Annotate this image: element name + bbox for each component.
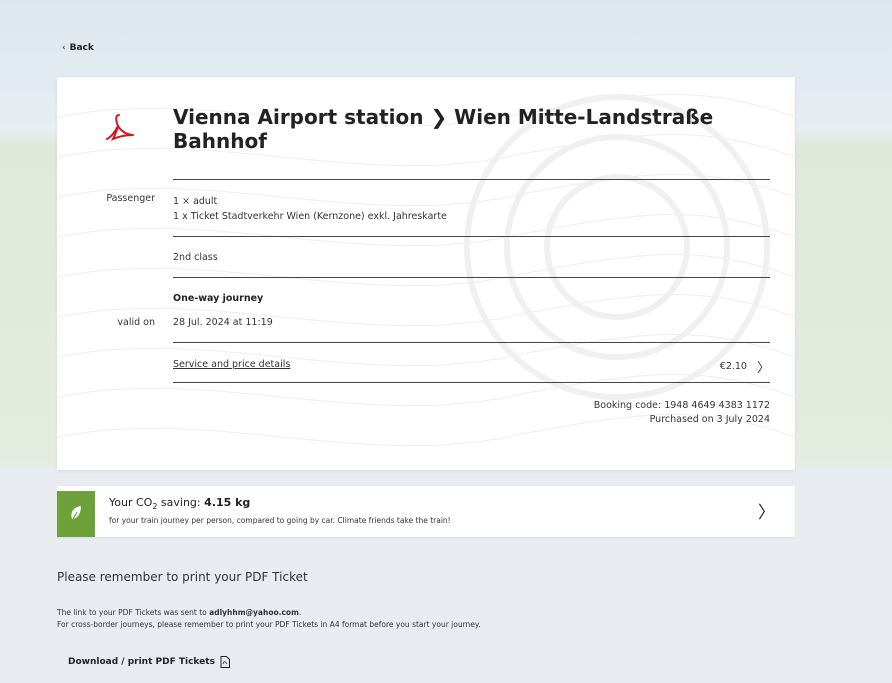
travel-class: 2nd class [173, 252, 218, 263]
pdf-file-icon [220, 656, 230, 668]
journey-type: One-way journey [173, 293, 264, 304]
email-sent-line: The link to your PDF Tickets was sent to… [57, 607, 481, 619]
email-address: adlyhhm@yahoo.com [209, 608, 299, 617]
co2-prefix: Your CO [109, 496, 153, 509]
divider [173, 382, 770, 383]
co2-saving-banner[interactable]: Your CO2 saving: 4.15 kg for your train … [57, 486, 795, 537]
download-label: Download / print PDF Tickets [68, 657, 215, 667]
price-details-button[interactable]: €2.10 〉 [720, 357, 770, 376]
ticket-type: 1 x Ticket Stadtverkehr Wien (Kernzone) … [173, 211, 447, 222]
journey-title: Vienna Airport station ❯ Wien Mitte-Land… [173, 105, 714, 153]
email-sent-prefix: The link to your PDF Tickets was sent to [57, 608, 210, 617]
co2-note: for your train journey per person, compa… [109, 516, 451, 525]
divider [173, 179, 770, 180]
print-info: The link to your PDF Tickets was sent to… [57, 607, 481, 631]
leaf-icon-badge [57, 491, 95, 537]
co2-amount: 4.15 kg [204, 496, 251, 509]
valid-on-label: valid on [117, 317, 155, 328]
chevron-right-icon[interactable]: 〉 [758, 498, 775, 523]
ticket-card: Vienna Airport station ❯ Wien Mitte-Land… [57, 77, 795, 470]
service-price-details-link[interactable]: Service and price details [173, 359, 290, 370]
divider [173, 342, 770, 343]
back-label: Back [69, 43, 94, 53]
co2-heading: Your CO2 saving: 4.15 kg [109, 496, 250, 511]
chevron-left-icon: ‹ [62, 43, 66, 53]
divider [173, 236, 770, 237]
passenger-count: 1 × adult [173, 196, 218, 207]
valid-on-date: 28 Jul. 2024 at 11:19 [173, 317, 273, 328]
chevron-right-icon: 〉 [756, 361, 770, 376]
leaf-icon [71, 506, 81, 522]
divider [173, 277, 770, 278]
cross-border-note: For cross-border journeys, please rememb… [57, 620, 481, 629]
booking-code: Booking code: 1948 4649 4383 1172 [593, 400, 770, 411]
acrobat-pdf-icon [106, 114, 134, 141]
booking-info: Booking code: 1948 4649 4383 1172 Purcha… [594, 399, 770, 427]
print-reminder-heading: Please remember to print your PDF Ticket [57, 570, 308, 584]
ticket-price: €2.10 [719, 361, 747, 372]
passenger-label: Passenger [106, 193, 155, 204]
co2-middle: saving: [157, 496, 205, 509]
email-sent-suffix: . [298, 608, 302, 617]
purchase-date: Purchased on 3 July 2024 [649, 414, 770, 425]
back-link[interactable]: ‹ Back [62, 43, 94, 53]
download-pdf-button[interactable]: Download / print PDF Tickets [68, 656, 230, 668]
